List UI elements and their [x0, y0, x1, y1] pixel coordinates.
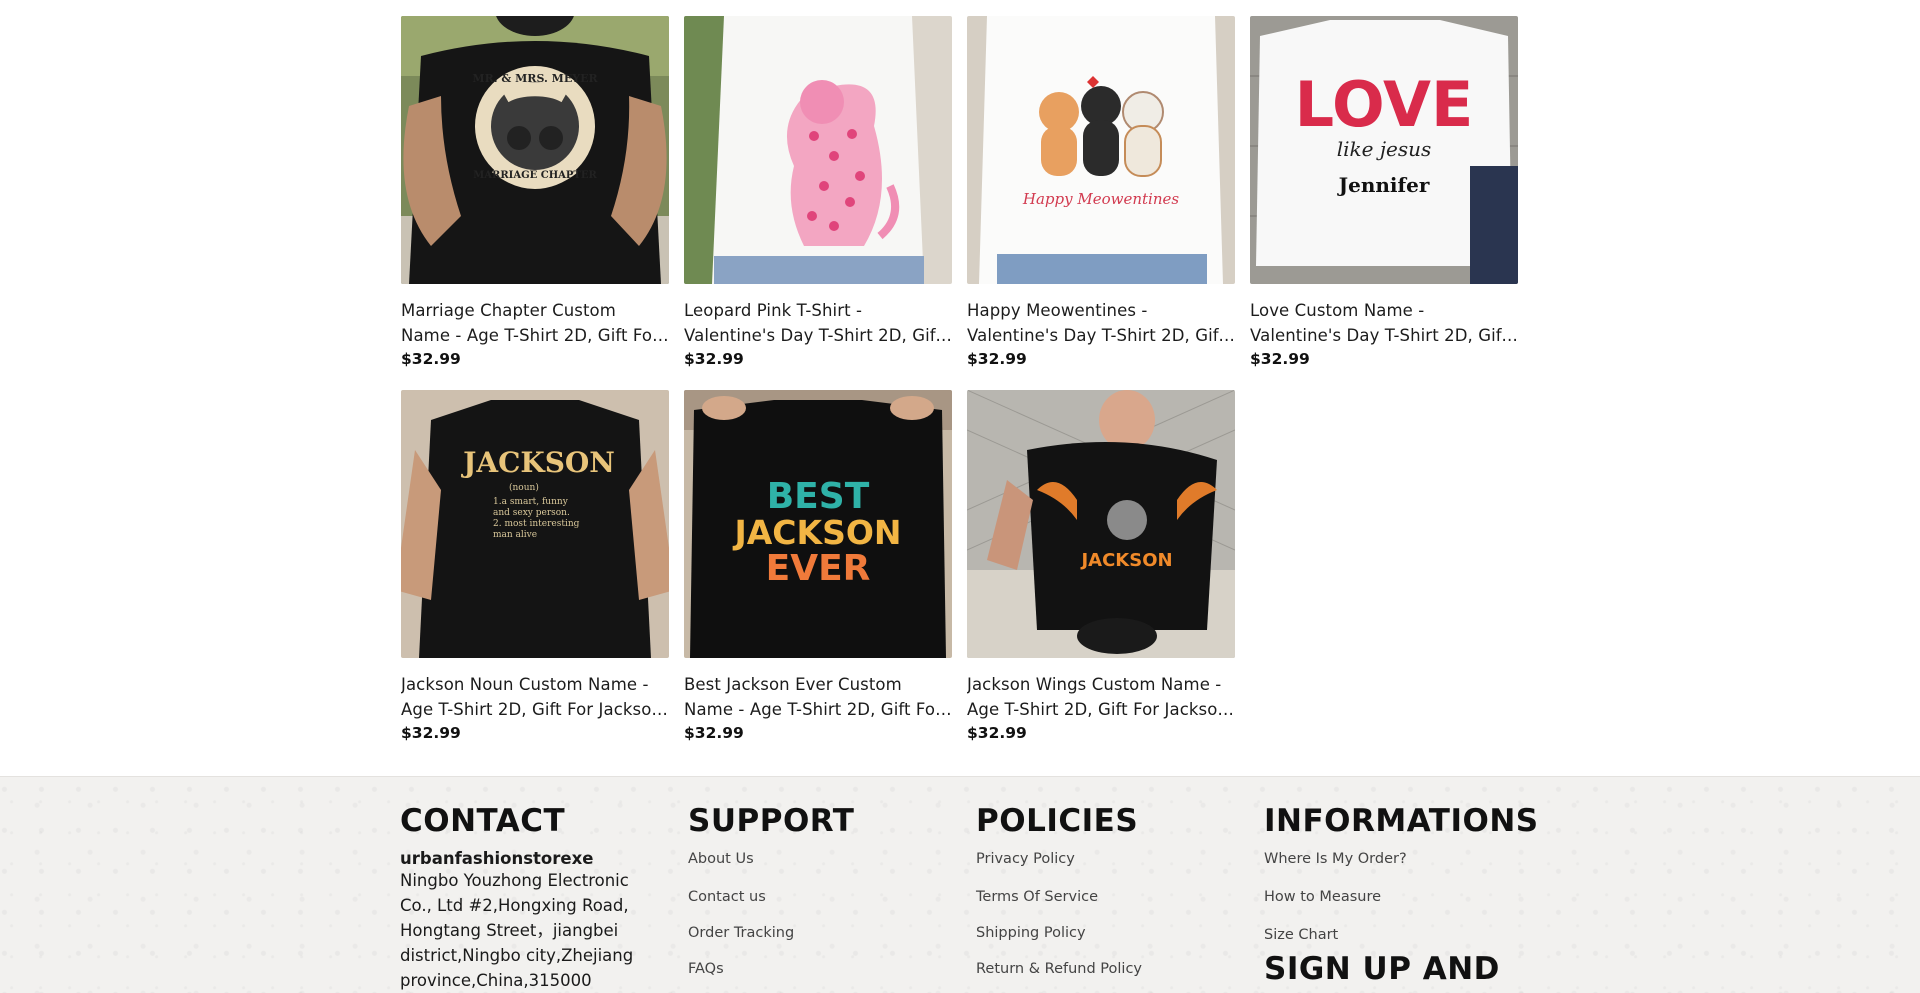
art-line3-text: EVER — [766, 548, 871, 589]
contact-us-link[interactable]: Contact us — [688, 889, 854, 905]
product-photo: Happy Meowentines — [967, 16, 1235, 284]
site-footer: CONTACT urbanfashionstorexe Ningbo Youzh… — [0, 776, 1920, 993]
footer-informations: INFORMATIONS Where Is My Order? How to M… — [1264, 803, 1539, 987]
product-card[interactable]: JACKSON (noun) 1.a smart, funny and sexy… — [401, 390, 669, 742]
faqs-link[interactable]: FAQs — [688, 961, 854, 977]
product-image[interactable]: LOVE like jesus Jennifer — [1250, 16, 1518, 284]
art-script-text: like jesus — [1337, 137, 1432, 161]
art-bottom-text: MARRIAGE CHAPTER — [473, 170, 597, 181]
product-title[interactable]: Leopard Pink T-Shirt - Valentine's Day T… — [684, 298, 952, 348]
product-photo: MR. & MRS. MEYER MARRIAGE CHAPTER — [401, 16, 669, 284]
footer-contact: CONTACT urbanfashionstorexe Ningbo Youzh… — [400, 803, 645, 993]
product-photo — [684, 16, 952, 284]
size-chart-link[interactable]: Size Chart — [1264, 927, 1539, 943]
product-title[interactable]: Love Custom Name - Valentine's Day T-Shi… — [1250, 298, 1518, 348]
product-card[interactable]: MR. & MRS. MEYER MARRIAGE CHAPTER Marria… — [401, 16, 669, 368]
contact-heading: CONTACT — [400, 803, 566, 839]
art-big-text: LOVE — [1295, 68, 1474, 141]
art-line-text: 1.a smart, funny — [493, 497, 569, 507]
art-name-text: JACKSON — [1079, 550, 1172, 571]
product-title[interactable]: Happy Meowentines - Valentine's Day T-Sh… — [967, 298, 1235, 348]
product-image[interactable]: Happy Meowentines — [967, 16, 1235, 284]
art-line-text: 2. most interesting — [493, 519, 580, 529]
informations-heading: INFORMATIONS — [1264, 803, 1539, 839]
product-price: $32.99 — [967, 350, 1027, 368]
art-top-text: MR. & MRS. MEYER — [472, 72, 598, 85]
product-price: $32.99 — [684, 724, 744, 742]
art-line1-text: BEST — [767, 476, 870, 517]
product-card[interactable]: BEST JACKSON EVER Best Jackson Ever Cust… — [684, 390, 952, 742]
shipping-policy-link[interactable]: Shipping Policy — [976, 925, 1142, 941]
product-image[interactable]: JACKSON — [967, 390, 1235, 658]
product-card[interactable]: LOVE like jesus Jennifer Love Custom Nam… — [1250, 16, 1518, 368]
product-title[interactable]: Jackson Noun Custom Name - Age T-Shirt 2… — [401, 672, 669, 722]
about-us-link[interactable]: About Us — [688, 851, 854, 867]
product-price: $32.99 — [401, 350, 461, 368]
support-heading: SUPPORT — [688, 803, 855, 839]
product-title[interactable]: Marriage Chapter Custom Name - Age T-Shi… — [401, 298, 669, 348]
company-name: urbanfashionstorexe — [400, 849, 594, 868]
product-price: $32.99 — [401, 724, 461, 742]
product-photo: BEST JACKSON EVER — [684, 390, 952, 658]
art-noun-text: (noun) — [509, 482, 539, 493]
footer-policies: POLICIES Privacy Policy Terms Of Service… — [976, 803, 1142, 977]
privacy-policy-link[interactable]: Privacy Policy — [976, 851, 1142, 867]
product-image[interactable]: MR. & MRS. MEYER MARRIAGE CHAPTER — [401, 16, 669, 284]
return-refund-policy-link[interactable]: Return & Refund Policy — [976, 961, 1142, 977]
product-price: $32.99 — [1250, 350, 1310, 368]
signup-heading: SIGN UP AND — [1264, 951, 1500, 987]
art-name-text: JACKSON — [460, 446, 615, 479]
product-price: $32.99 — [967, 724, 1027, 742]
footer-support: SUPPORT About Us Contact us Order Tracki… — [688, 803, 854, 977]
product-card[interactable]: Leopard Pink T-Shirt - Valentine's Day T… — [684, 16, 952, 368]
product-title[interactable]: Jackson Wings Custom Name - Age T-Shirt … — [967, 672, 1235, 722]
where-is-my-order-link[interactable]: Where Is My Order? — [1264, 851, 1539, 867]
product-image[interactable] — [684, 16, 952, 284]
product-photo: JACKSON (noun) 1.a smart, funny and sexy… — [401, 390, 669, 658]
art-name-text: Jennifer — [1337, 173, 1430, 197]
company-address: Ningbo Youzhong Electronic Co., Ltd #2,H… — [400, 871, 634, 990]
art-line-text: man alive — [493, 530, 537, 540]
art-line2-text: JACKSON — [732, 513, 901, 552]
art-caption-text: Happy Meowentines — [1022, 190, 1179, 208]
policies-heading: POLICIES — [976, 803, 1139, 839]
product-price: $32.99 — [684, 350, 744, 368]
art-line-text: and sexy person. — [493, 508, 570, 518]
how-to-measure-link[interactable]: How to Measure — [1264, 889, 1539, 905]
order-tracking-link[interactable]: Order Tracking — [688, 925, 854, 941]
terms-of-service-link[interactable]: Terms Of Service — [976, 889, 1142, 905]
product-photo: JACKSON — [967, 390, 1235, 658]
product-title[interactable]: Best Jackson Ever Custom Name - Age T-Sh… — [684, 672, 952, 722]
product-image[interactable]: BEST JACKSON EVER — [684, 390, 952, 658]
product-photo: LOVE like jesus Jennifer — [1250, 16, 1518, 284]
product-image[interactable]: JACKSON (noun) 1.a smart, funny and sexy… — [401, 390, 669, 658]
product-card[interactable]: Happy Meowentines Happy Meowentines - Va… — [967, 16, 1235, 368]
product-card[interactable]: JACKSON Jackson Wings Custom Name - Age … — [967, 390, 1235, 742]
